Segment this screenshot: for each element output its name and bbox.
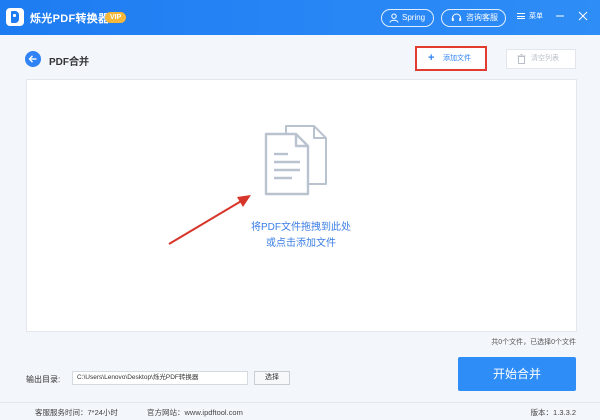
add-file-button[interactable]: + 添加文件	[415, 46, 487, 71]
plus-icon: +	[428, 52, 435, 64]
output-directory-field[interactable]: C:\Users\Lenovo\Desktop\烁光PDF转换器	[72, 371, 248, 385]
clear-list-button[interactable]: 清空列表	[506, 49, 576, 69]
clear-list-label: 清空列表	[531, 55, 559, 62]
file-drop-zone[interactable]	[26, 79, 577, 332]
title-bar: 烁光PDF转换器 VIP Spring 咨询客服 菜单	[0, 0, 600, 35]
customer-service-button[interactable]: 咨询客服	[441, 9, 506, 27]
start-merge-button[interactable]: 开始合并	[458, 357, 576, 391]
official-website-link[interactable]: 官方网站：www.ipdftool.com	[147, 407, 243, 418]
version-label: 版本：1.3.3.2	[530, 408, 576, 417]
app-title: 烁光PDF转换器	[30, 13, 110, 25]
app-logo-icon	[6, 8, 24, 26]
headset-icon	[451, 13, 462, 21]
file-count-status: 共0个文件，已选择0个文件	[491, 339, 576, 346]
document-icon	[264, 125, 327, 196]
username-label: Spring	[402, 13, 426, 22]
menu-icon	[517, 13, 525, 19]
choose-directory-button[interactable]: 选择	[254, 371, 290, 385]
user-account-button[interactable]: Spring	[381, 9, 434, 27]
add-file-label: 添加文件	[443, 55, 471, 62]
status-footer: 客服服务时间：7*24小时 官方网站：www.ipdftool.com 版本：1…	[0, 402, 600, 420]
service-label: 咨询客服	[466, 13, 498, 22]
minimize-icon[interactable]	[554, 10, 566, 22]
page-title: PDF合并	[49, 57, 89, 68]
user-icon	[389, 13, 399, 23]
service-hours: 客服服务时间：7*24小时	[35, 408, 118, 417]
vip-badge[interactable]: VIP	[105, 12, 127, 23]
annotation-arrow-icon	[168, 195, 251, 245]
arrow-left-icon	[28, 55, 37, 63]
output-directory-label: 输出目录:	[26, 375, 61, 384]
close-icon[interactable]	[577, 10, 589, 22]
back-button[interactable]	[25, 51, 41, 67]
menu-label: 菜单	[529, 13, 543, 20]
trash-icon	[517, 54, 526, 64]
